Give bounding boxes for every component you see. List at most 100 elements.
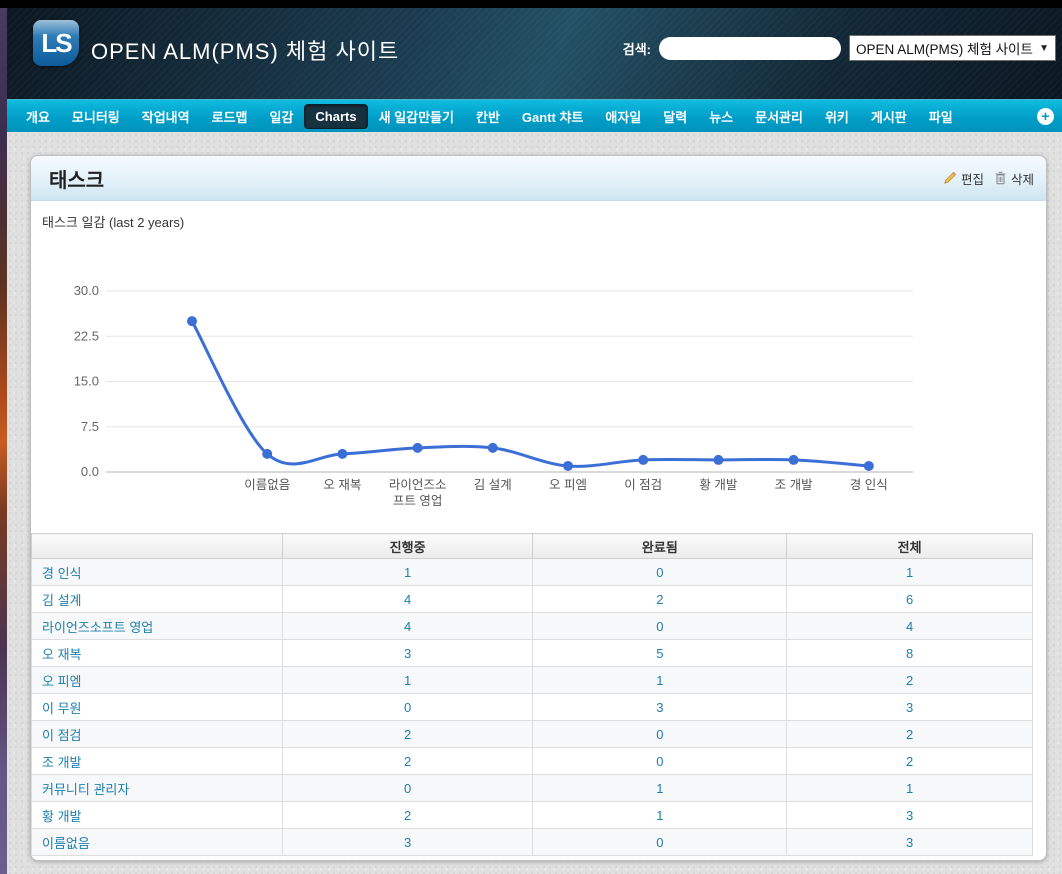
assignee-link[interactable]: 오 피엠 xyxy=(32,667,283,694)
nav-item[interactable]: 위키 xyxy=(814,102,860,131)
done-count: 5 xyxy=(533,640,787,667)
table-row: 커뮤니티 관리자011 xyxy=(32,775,1033,802)
table-row: 황 개발213 xyxy=(32,802,1033,829)
chart-data-point[interactable] xyxy=(187,316,197,326)
total-count: 8 xyxy=(787,640,1033,667)
nav-item[interactable]: 애자일 xyxy=(594,102,652,131)
y-axis-tick-label: 15.0 xyxy=(74,374,99,389)
nav-item[interactable]: 모니터링 xyxy=(61,102,131,131)
assignee-link[interactable]: 이 점검 xyxy=(32,721,283,748)
in-progress-count: 4 xyxy=(282,586,533,613)
table-header: 진행중완료됨전체 xyxy=(32,534,1033,559)
chart-data-point[interactable] xyxy=(488,443,498,453)
total-count: 2 xyxy=(787,667,1033,694)
delete-button[interactable]: 삭제 xyxy=(994,169,1034,188)
chart-data-point[interactable] xyxy=(864,461,874,471)
nav-item[interactable]: 문서관리 xyxy=(744,102,814,131)
nav-item[interactable]: 뉴스 xyxy=(698,102,744,131)
total-count: 3 xyxy=(787,694,1033,721)
in-progress-count: 2 xyxy=(282,748,533,775)
in-progress-count: 2 xyxy=(282,802,533,829)
chart-line-series xyxy=(192,321,869,466)
y-axis-tick-label: 7.5 xyxy=(81,419,99,434)
nav-item[interactable]: 칸반 xyxy=(465,102,511,131)
total-count: 2 xyxy=(787,721,1033,748)
assignee-link[interactable]: 이 무원 xyxy=(32,694,283,721)
add-tab-plus-icon[interactable]: + xyxy=(1037,108,1054,125)
table-row: 이 무원033 xyxy=(32,694,1033,721)
x-axis-category-label: 이름없음 xyxy=(244,478,290,492)
assignee-link[interactable]: 경 인식 xyxy=(32,559,283,586)
chart-data-point[interactable] xyxy=(262,449,272,459)
table-row: 조 개발202 xyxy=(32,748,1033,775)
assignee-link[interactable]: 커뮤니티 관리자 xyxy=(32,775,283,802)
assignee-link[interactable]: 황 개발 xyxy=(32,802,283,829)
in-progress-count: 0 xyxy=(282,694,533,721)
table-column-header: 완료됨 xyxy=(533,534,787,559)
total-count: 4 xyxy=(787,613,1033,640)
chart-data-point[interactable] xyxy=(413,443,423,453)
page-title: 태스크 xyxy=(49,164,104,193)
header-controls: 편집 삭제 xyxy=(943,169,1034,188)
content-card-header: 태스크 편집 삭제 xyxy=(31,156,1046,201)
site-header: LS OPEN ALM(PMS) 체험 사이트 검색: OPEN ALM(PMS… xyxy=(7,8,1062,99)
assignee-link[interactable]: 라이언즈소프트 영업 xyxy=(32,613,283,640)
in-progress-count: 4 xyxy=(282,613,533,640)
x-axis-category-label: 오 피엠 xyxy=(549,478,587,492)
trash-icon xyxy=(994,171,1007,185)
nav-item[interactable]: Gantt 챠트 xyxy=(511,102,594,131)
table-column-header: 진행중 xyxy=(282,534,533,559)
done-count: 1 xyxy=(533,802,787,829)
pencil-icon xyxy=(943,171,957,185)
in-progress-count: 3 xyxy=(282,640,533,667)
x-axis-category-label: 라이언즈소 xyxy=(389,478,447,492)
chevron-down-icon: ▼ xyxy=(1039,43,1049,54)
x-axis-category-label: 프트 영업 xyxy=(393,494,442,508)
nav-item[interactable]: 파일 xyxy=(918,102,964,131)
x-axis-category-label: 황 개발 xyxy=(699,478,737,492)
assignee-link[interactable]: 조 개발 xyxy=(32,748,283,775)
done-count: 0 xyxy=(533,721,787,748)
done-count: 0 xyxy=(533,613,787,640)
y-axis-tick-label: 22.5 xyxy=(74,328,99,343)
done-count: 0 xyxy=(533,559,787,586)
x-axis-category-label: 조 개발 xyxy=(775,478,813,492)
chart-data-point[interactable] xyxy=(337,449,347,459)
total-count: 1 xyxy=(787,775,1033,802)
nav-item[interactable]: 로드맵 xyxy=(201,102,259,131)
y-axis-tick-label: 30.0 xyxy=(74,283,99,298)
total-count: 3 xyxy=(787,802,1033,829)
nav-item[interactable]: 일감 xyxy=(259,102,305,131)
total-count: 1 xyxy=(787,559,1033,586)
chart-data-point[interactable] xyxy=(563,461,573,471)
site-logo[interactable]: LS xyxy=(33,20,79,66)
nav-item[interactable]: 개요 xyxy=(15,102,61,131)
nav-item[interactable]: 작업내역 xyxy=(131,102,201,131)
assignee-link[interactable]: 김 설계 xyxy=(32,586,283,613)
chart-data-point[interactable] xyxy=(713,455,723,465)
total-count: 3 xyxy=(787,829,1033,856)
nav-item[interactable]: 게시판 xyxy=(860,102,918,131)
done-count: 2 xyxy=(533,586,787,613)
project-select-value: OPEN ALM(PMS) 체험 사이트 xyxy=(856,38,1035,58)
nav-item-active[interactable]: Charts xyxy=(304,104,367,129)
project-select[interactable]: OPEN ALM(PMS) 체험 사이트 ▼ xyxy=(849,35,1056,61)
search-input[interactable] xyxy=(659,37,841,60)
in-progress-count: 0 xyxy=(282,775,533,802)
chart-data-point[interactable] xyxy=(638,455,648,465)
chart-data-point[interactable] xyxy=(789,455,799,465)
table-column-header: 전체 xyxy=(787,534,1033,559)
nav-item[interactable]: 새 일감만들기 xyxy=(368,102,465,131)
nav-item[interactable]: 달력 xyxy=(652,102,698,131)
y-axis-tick-label: 0.0 xyxy=(81,464,99,479)
table-column-header xyxy=(32,534,283,559)
assignee-task-table: 진행중완료됨전체 경 인식101김 설계426라이언즈소프트 영업404오 재복… xyxy=(31,533,1033,856)
assignee-link[interactable]: 이름없음 xyxy=(32,829,283,856)
edit-button[interactable]: 편집 xyxy=(943,169,984,188)
edit-label: 편집 xyxy=(961,169,984,188)
assignee-link[interactable]: 오 재복 xyxy=(32,640,283,667)
site-logo-text: LS xyxy=(41,28,70,59)
done-count: 1 xyxy=(533,667,787,694)
site-title: OPEN ALM(PMS) 체험 사이트 xyxy=(91,34,399,66)
x-axis-category-label: 경 인식 xyxy=(850,478,888,492)
